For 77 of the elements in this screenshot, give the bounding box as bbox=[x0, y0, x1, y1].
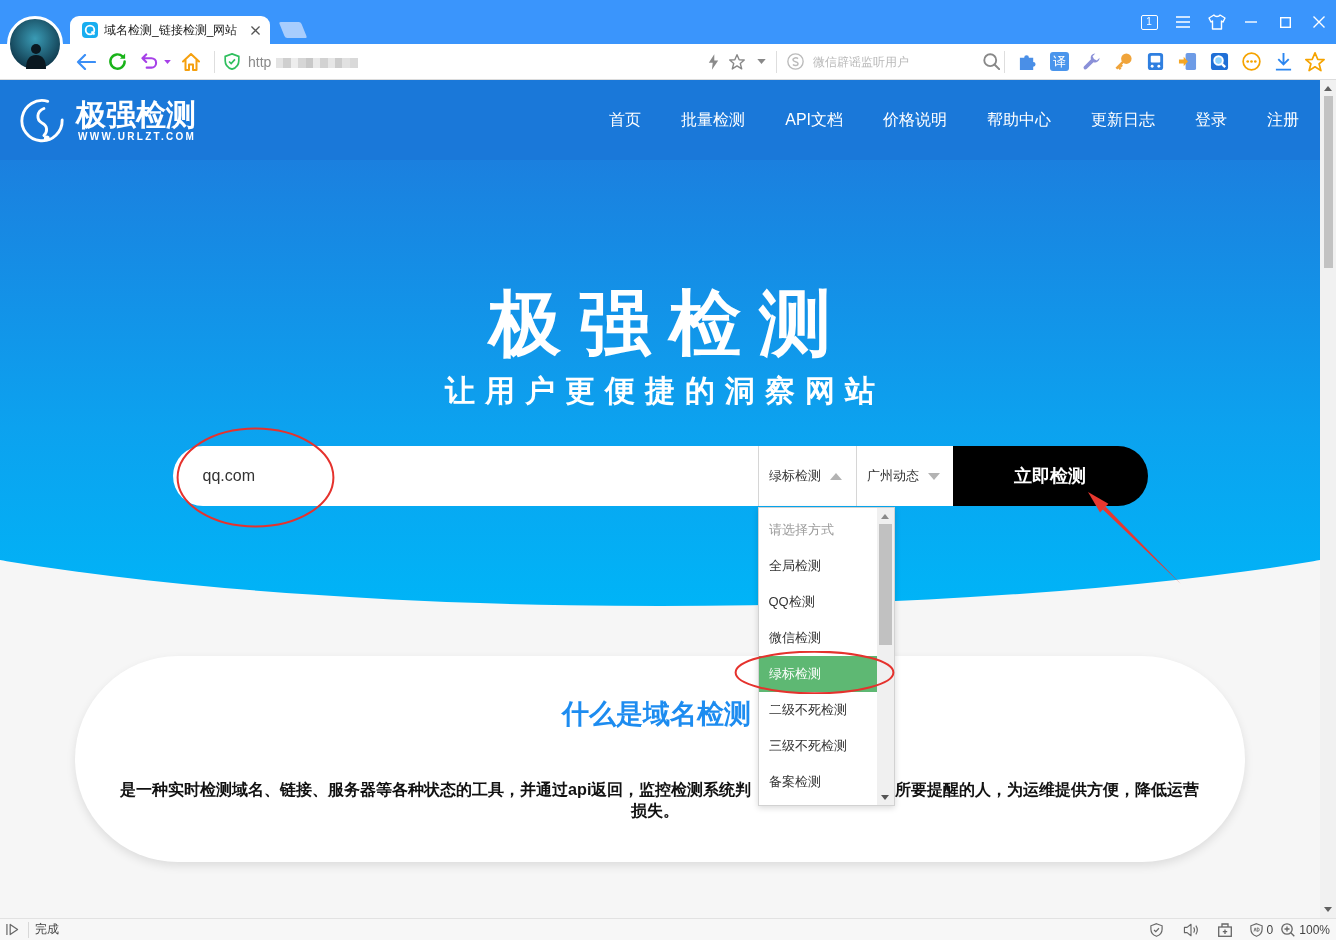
menu-icon[interactable] bbox=[1176, 16, 1190, 28]
bus-icon[interactable] bbox=[1145, 52, 1165, 71]
logo-name[interactable]: 极强检测 bbox=[76, 99, 197, 131]
nav-link[interactable]: 更新日志 bbox=[1091, 109, 1155, 131]
dropdown-option[interactable]: 备案检测 bbox=[758, 764, 877, 800]
submit-button[interactable]: 立即检测 bbox=[952, 446, 1148, 506]
more-icon[interactable] bbox=[1241, 52, 1261, 71]
nav-link[interactable]: 价格说明 bbox=[883, 109, 947, 131]
logo-icon[interactable] bbox=[18, 97, 66, 145]
browser-tab[interactable]: 域名检测_链接检测_网站 bbox=[70, 16, 270, 44]
shield-icon[interactable] bbox=[1249, 922, 1263, 937]
close-icon[interactable] bbox=[251, 25, 260, 35]
dropdown-option[interactable]: QQ检测 bbox=[758, 584, 877, 620]
shield-icon[interactable] bbox=[224, 53, 240, 70]
dropdown-option[interactable]: 微信检测 bbox=[758, 620, 877, 656]
select-dropdown[interactable]: 广州动态 bbox=[855, 446, 953, 506]
description-text: 是一种实时检测域名、链接、服务器等各种状态的工具，并通过api返回，监控检测系统判 bbox=[120, 779, 752, 800]
back-icon[interactable] bbox=[76, 53, 96, 70]
scrollbar[interactable] bbox=[1320, 80, 1336, 918]
logo-domain: WWW.URLZT.COM bbox=[78, 131, 197, 143]
caret-icon bbox=[927, 472, 940, 480]
search-input[interactable]: qq.com bbox=[172, 446, 758, 506]
favicon-icon bbox=[82, 22, 98, 38]
star-icon[interactable] bbox=[1305, 51, 1325, 72]
translate-button[interactable]: 译 bbox=[1049, 52, 1069, 71]
star-icon[interactable] bbox=[729, 53, 745, 70]
briefcase-icon[interactable] bbox=[1217, 922, 1232, 937]
magnifier-icon[interactable] bbox=[1209, 52, 1229, 71]
nav-link[interactable]: 登录 bbox=[1195, 109, 1227, 131]
dropdown-option[interactable]: 请选择方式 bbox=[758, 512, 877, 548]
key-icon[interactable] bbox=[1113, 52, 1133, 71]
hero-subtitle: 让用户更便捷的洞察网站 bbox=[443, 373, 885, 409]
nav-link[interactable]: 注册 bbox=[1267, 109, 1299, 131]
description-text: 所要提醒的人，为运维提供方便，降低运营 bbox=[895, 779, 1199, 800]
scrollbar-thumb[interactable] bbox=[1323, 96, 1333, 268]
select-dropdown[interactable]: 绿标检测 bbox=[757, 446, 856, 506]
scroll-down-icon[interactable] bbox=[881, 795, 889, 800]
tab-count-button[interactable]: 1 bbox=[1140, 14, 1158, 30]
refresh-icon[interactable] bbox=[107, 52, 127, 71]
status-text: 完成 bbox=[35, 921, 59, 938]
card-title: 什么是域名检测 bbox=[561, 698, 751, 731]
phone-arrow-icon[interactable] bbox=[1177, 52, 1197, 71]
scrollbar-thumb[interactable] bbox=[878, 524, 892, 645]
scroll-down-icon[interactable] bbox=[1324, 907, 1332, 912]
zoom-level[interactable]: 100% bbox=[1299, 922, 1330, 937]
zoom-in-icon[interactable] bbox=[1281, 922, 1296, 937]
maximize-icon[interactable] bbox=[1279, 16, 1291, 28]
hero-title: 极强检测 bbox=[486, 283, 849, 363]
shield-check-icon[interactable] bbox=[1150, 922, 1164, 937]
nav-link[interactable]: 首页 bbox=[609, 109, 642, 131]
speaker-icon[interactable] bbox=[1182, 922, 1199, 937]
nav-link[interactable]: API文档 bbox=[785, 109, 843, 131]
nav-link[interactable]: 帮助中心 bbox=[987, 109, 1051, 131]
undo-icon[interactable] bbox=[140, 53, 158, 70]
caret-icon bbox=[829, 472, 842, 480]
caret-icon[interactable] bbox=[163, 59, 171, 64]
scroll-up-icon[interactable] bbox=[881, 514, 889, 519]
new-tab-button[interactable] bbox=[278, 22, 308, 38]
dropdown-option[interactable]: 全局检测 bbox=[758, 548, 877, 584]
scroll-up-icon[interactable] bbox=[1324, 86, 1332, 91]
wrench-icon[interactable] bbox=[1081, 52, 1101, 71]
scrollbar[interactable] bbox=[876, 508, 894, 805]
caret-icon[interactable] bbox=[756, 59, 766, 64]
download-icon[interactable] bbox=[1273, 52, 1293, 71]
description-text: 损失。 bbox=[631, 801, 679, 819]
shirt-icon[interactable] bbox=[1208, 14, 1226, 30]
dropdown-option[interactable]: 绿标检测 bbox=[758, 656, 877, 692]
search-engine-icon[interactable] bbox=[786, 53, 804, 70]
search-icon[interactable] bbox=[982, 53, 1000, 70]
play-bar-icon[interactable] bbox=[5, 923, 19, 936]
blocked-count: 0 bbox=[1266, 922, 1274, 937]
nav-link[interactable]: 批量检测 bbox=[681, 109, 746, 131]
lightning-icon[interactable] bbox=[707, 53, 719, 70]
dropdown-option[interactable]: 二级不死检测 bbox=[758, 692, 877, 728]
dropdown-option[interactable]: 三级不死检测 bbox=[758, 728, 877, 764]
puzzle-icon[interactable] bbox=[1017, 52, 1037, 71]
home-icon[interactable] bbox=[182, 52, 200, 71]
